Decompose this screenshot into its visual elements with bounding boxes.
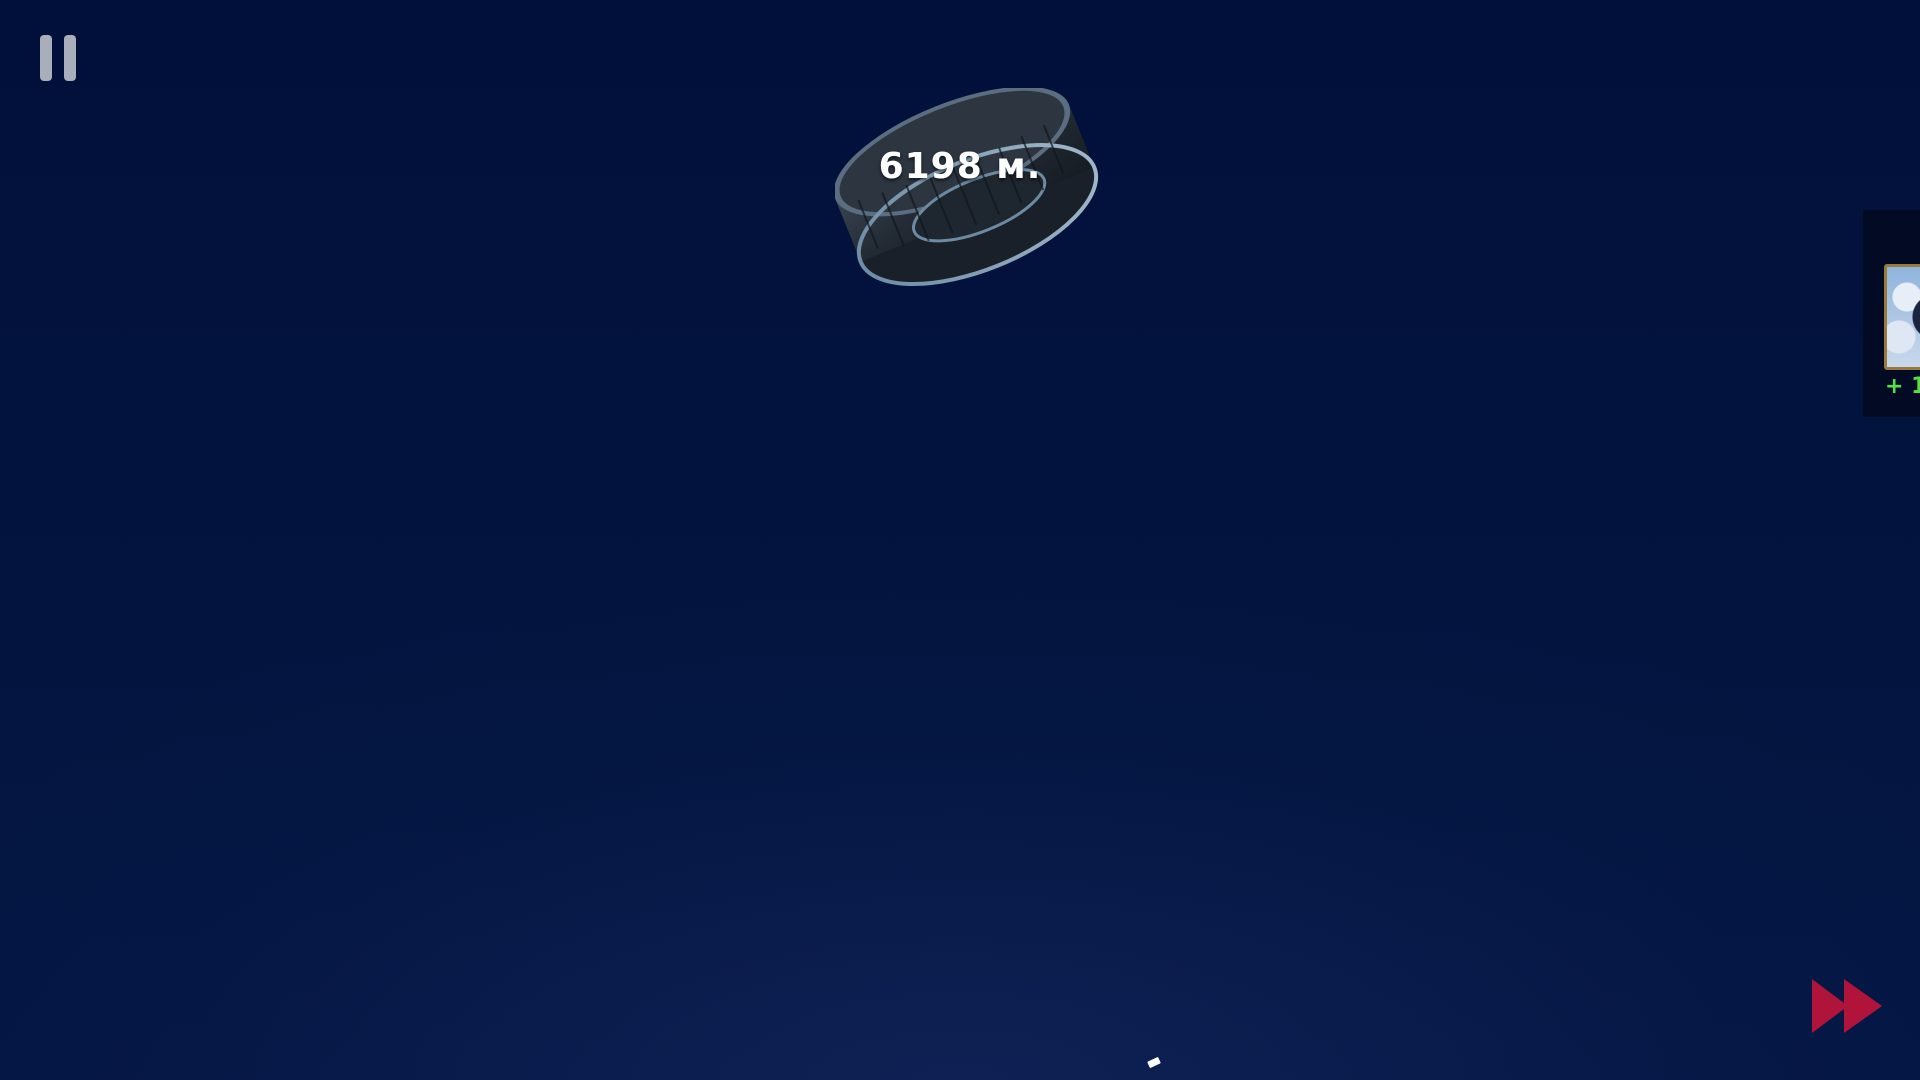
debris-fragment <box>1147 1056 1161 1069</box>
distance-counter: 6198 м. <box>878 146 1042 187</box>
reward-thumbnail <box>1884 264 1920 370</box>
tire-object <box>835 88 1099 287</box>
fast-forward-button[interactable] <box>1808 975 1886 1037</box>
pause-button[interactable] <box>38 35 78 81</box>
reward-panel[interactable]: + 1( <box>1863 210 1920 417</box>
fast-forward-icon <box>1812 979 1882 1033</box>
pause-icon <box>40 35 52 81</box>
pause-icon-bar <box>64 35 76 81</box>
game-viewport[interactable]: 6198 м. + 1( <box>0 0 1920 1080</box>
reward-amount: + 1( <box>1885 374 1920 399</box>
